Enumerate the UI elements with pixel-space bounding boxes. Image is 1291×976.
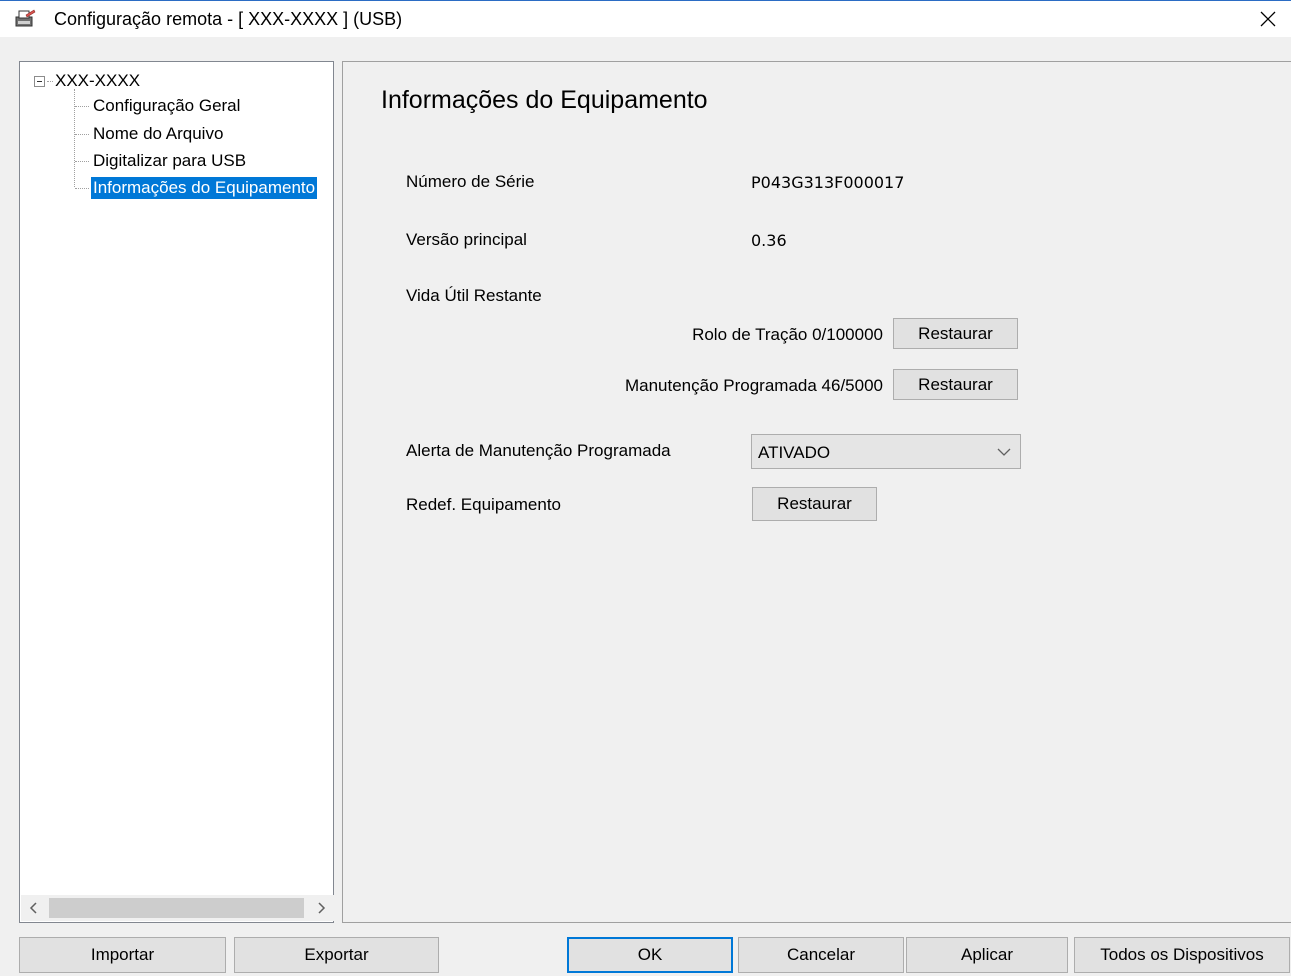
scheduled-maintenance-label: Manutenção Programada 46/5000 (624, 376, 883, 395)
tree-root-label: XXX-XXXX (55, 71, 141, 90)
remaining-life-label: Vida Útil Restante (406, 286, 542, 305)
page-title: Informações do Equipamento (381, 86, 708, 114)
maintenance-alert-value: ATIVADO (758, 443, 831, 462)
serial-number-label: Número de Série (406, 172, 535, 191)
ok-button[interactable]: OK (567, 937, 733, 973)
tree-item-label: Nome do Arquivo (93, 124, 224, 143)
serial-number-value: P043G313F000017 (751, 173, 905, 192)
apply-button[interactable]: Aplicar (906, 937, 1068, 973)
printer-settings-icon (14, 9, 36, 29)
tree-item-general-setup[interactable]: Configuração Geral (75, 95, 242, 117)
tree-item-label: Configuração Geral (93, 96, 241, 115)
main-version-value: 0.36 (751, 231, 787, 250)
close-icon[interactable] (1245, 1, 1291, 37)
settings-tree[interactable]: XXX-XXXX Configuração Geral Nome do Arqu… (19, 61, 334, 923)
cancel-button[interactable]: Cancelar (738, 937, 904, 973)
scrollbar-thumb[interactable] (49, 898, 304, 918)
tree-item-file-name[interactable]: Nome do Arquivo (75, 123, 225, 145)
tree-item-scan-to-usb[interactable]: Digitalizar para USB (75, 150, 248, 172)
reset-machine-button[interactable]: Restaurar (752, 487, 877, 521)
import-button[interactable]: Importar (19, 937, 226, 973)
tree-item-label: Digitalizar para USB (93, 151, 247, 170)
tree-item-machine-info[interactable]: Informações do Equipamento (75, 177, 318, 199)
title-bar[interactable]: Configuração remota - [ XXX-XXXX ] (USB) (0, 1, 1291, 37)
reset-scheduled-maintenance-button[interactable]: Restaurar (893, 369, 1018, 400)
export-button[interactable]: Exportar (234, 937, 439, 973)
main-version-label: Versão principal (406, 230, 527, 249)
chevron-right-icon[interactable] (308, 895, 334, 921)
pick-roller-label: Rolo de Tração 0/100000 (692, 325, 883, 344)
collapse-icon[interactable] (34, 75, 45, 87)
window-title: Configuração remota - [ XXX-XXXX ] (USB) (54, 9, 403, 29)
reset-machine-label: Redef. Equipamento (406, 495, 561, 514)
tree-root[interactable]: XXX-XXXX (34, 71, 140, 91)
reset-pick-roller-button[interactable]: Restaurar (893, 318, 1018, 349)
chevron-down-icon (996, 445, 1012, 459)
remote-setup-window: Configuração remota - [ XXX-XXXX ] (USB)… (0, 0, 1291, 976)
all-devices-button[interactable]: Todos os Dispositivos (1074, 937, 1290, 973)
maintenance-alert-label: Alerta de Manutenção Programada (406, 441, 671, 460)
horizontal-scrollbar[interactable] (21, 895, 334, 921)
chevron-left-icon[interactable] (21, 895, 47, 921)
machine-info-panel: Informações do Equipamento Número de Sér… (342, 61, 1291, 923)
maintenance-alert-select[interactable]: ATIVADO (751, 434, 1021, 469)
tree-item-label: Informações do Equipamento (91, 177, 318, 199)
